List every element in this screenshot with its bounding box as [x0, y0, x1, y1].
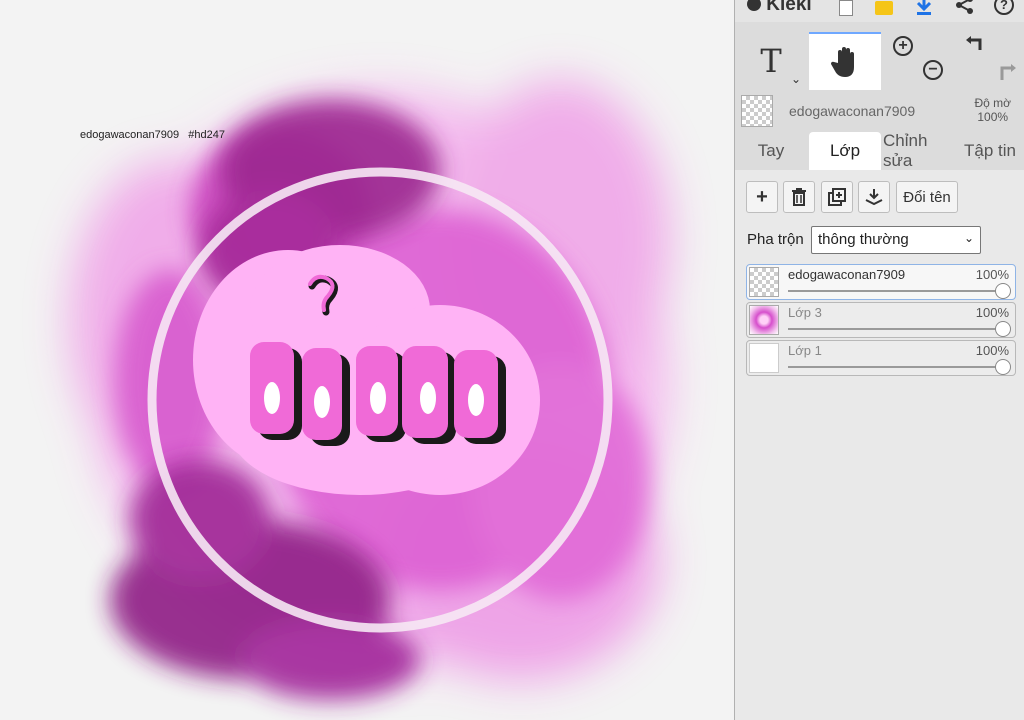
add-layer-button[interactable]: +: [746, 181, 778, 213]
layer-item[interactable]: Lớp 1 100%: [746, 340, 1016, 376]
panel-tabs: Tay Lớp Chỉnh sửa Tập tin: [735, 131, 1024, 170]
side-panel: Kleki ? T ⌄ + − edogawaconan7909 Độ mờ 1…: [734, 0, 1024, 720]
tab-tay[interactable]: Tay: [735, 132, 807, 170]
tool-row: T ⌄ + −: [735, 32, 1024, 90]
layer-item[interactable]: edogawaconan7909 100%: [746, 264, 1016, 300]
opacity-slider-knob[interactable]: [995, 283, 1011, 299]
current-layer-name: edogawaconan7909: [789, 103, 916, 119]
layer-thumbnail: [749, 343, 779, 373]
opacity-value: 100%: [977, 110, 1009, 124]
plus-icon: +: [756, 185, 768, 208]
opacity-slider-track[interactable]: [788, 290, 1007, 292]
layer-thumbnail: [749, 267, 779, 297]
layer-item[interactable]: Lớp 3 100%: [746, 302, 1016, 338]
tab-chinh-sua[interactable]: Chỉnh sửa: [883, 131, 955, 170]
text-tool-button[interactable]: T ⌄: [735, 32, 807, 90]
share-icon[interactable]: [952, 0, 978, 18]
new-image-icon[interactable]: [833, 0, 859, 18]
merge-down-icon: [865, 189, 883, 206]
trash-icon: [792, 188, 806, 206]
layers-pane: + Đổi tên Pha trộn thông thường ⌄ edogaw…: [735, 170, 1024, 720]
rename-layer-button[interactable]: Đổi tên: [896, 181, 958, 213]
delete-layer-button[interactable]: [783, 181, 815, 213]
app-logo-text: Kleki: [766, 0, 812, 15]
zoom-in-button[interactable]: +: [887, 26, 919, 66]
text-tool-icon: T: [760, 42, 782, 80]
layer-name: Lớp 3: [788, 305, 822, 320]
opacity-slider-knob[interactable]: [995, 321, 1011, 337]
zoom-out-icon: −: [923, 60, 943, 80]
tab-tap-tin[interactable]: Tập tin: [955, 132, 1024, 170]
layer-name: Lớp 1: [788, 343, 822, 358]
artwork: [70, 80, 670, 700]
opacity-slider-knob[interactable]: [995, 359, 1011, 375]
duplicate-layer-button[interactable]: [821, 181, 853, 213]
drawing-canvas[interactable]: edogawaconan7909 #hd247: [0, 0, 734, 720]
duplicate-icon: [828, 188, 846, 206]
blend-label: Pha trộn: [747, 231, 804, 248]
layer-opacity: 100%: [975, 343, 1009, 358]
zoom-out-button[interactable]: −: [917, 50, 949, 90]
watermark-text: edogawaconan7909 #hd247: [80, 129, 225, 141]
layer-opacity: 100%: [975, 267, 1009, 282]
opacity-readout: Độ mờ 100%: [974, 96, 1011, 124]
download-icon[interactable]: [911, 0, 937, 18]
app-logo: Kleki: [747, 0, 812, 16]
layer-thumbnail: [749, 305, 779, 335]
hand-tool-button[interactable]: [809, 32, 881, 90]
rename-label: Đổi tên: [903, 188, 951, 206]
chevron-down-icon: ⌄: [790, 72, 801, 86]
opacity-slider-track[interactable]: [788, 328, 1007, 330]
current-layer-thumbnail: [741, 95, 773, 127]
top-toolbar: Kleki ?: [735, 0, 1024, 22]
lettering: [250, 342, 506, 446]
help-icon[interactable]: ?: [991, 0, 1017, 18]
kleki-icon: [747, 0, 761, 11]
layer-name: edogawaconan7909: [788, 267, 906, 282]
open-folder-icon[interactable]: [871, 0, 897, 18]
redo-icon: [1000, 64, 1016, 80]
undo-button[interactable]: [959, 26, 993, 66]
merge-down-button[interactable]: [858, 181, 890, 213]
blend-mode-value: thông thường: [818, 231, 909, 248]
blend-mode-select[interactable]: thông thường ⌄: [811, 226, 981, 254]
zoom-in-icon: +: [893, 36, 913, 56]
tab-lop[interactable]: Lớp: [809, 132, 881, 170]
current-layer-row: edogawaconan7909 Độ mờ 100%: [735, 92, 1024, 130]
hand-icon: [830, 47, 854, 77]
undo-icon: [966, 36, 982, 50]
layer-opacity: 100%: [975, 305, 1009, 320]
opacity-label: Độ mờ: [974, 96, 1011, 110]
chevron-down-icon: ⌄: [963, 231, 974, 245]
opacity-slider-track[interactable]: [788, 366, 1007, 368]
redo-button[interactable]: [989, 52, 1023, 92]
